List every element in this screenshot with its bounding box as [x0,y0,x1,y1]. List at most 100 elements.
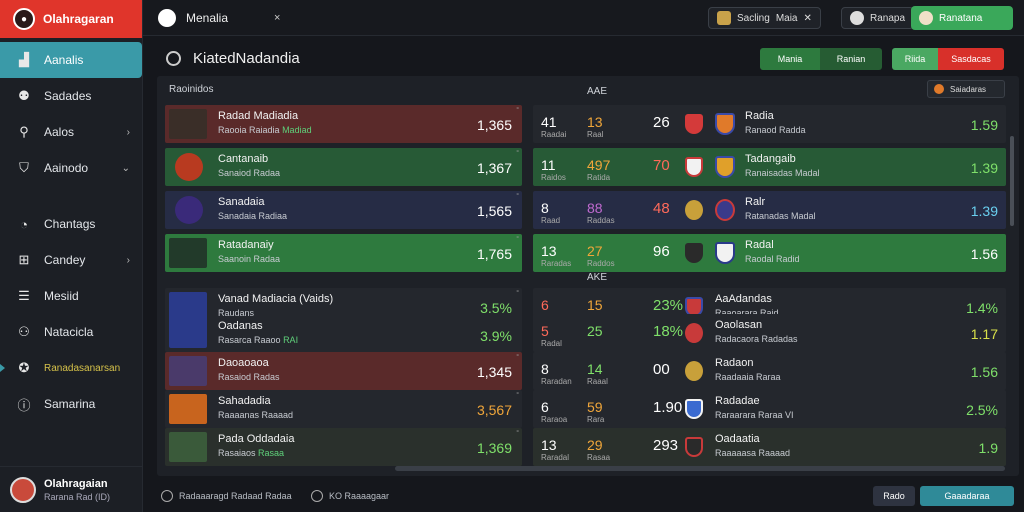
people-icon: ⚇ [18,324,30,339]
brand[interactable]: ● Olahragaran [0,0,142,38]
stat-a: 5 [541,323,549,339]
secondary-button[interactable]: Rado [873,486,915,506]
sidebar-item-label: Sadades [44,89,92,103]
footer-kickoff[interactable]: KO Raaaagaar [311,490,389,502]
player-value: 1,369 [476,440,512,456]
avatar [919,11,933,25]
sidebar-item-analytics[interactable]: ▟ Aanalis [0,42,142,78]
team-sub: Raodal Radid [745,254,800,264]
list-item[interactable]: Vanad Madiacia (Vaids) Raudans 3.5% ° Oa… [165,288,522,352]
brand-name: Olahragaran [43,12,114,26]
sidebar-item-mesiid[interactable]: ☰ Mesiid [0,278,142,314]
user-account-button[interactable]: Ranatana [911,6,1013,30]
team-sub: Raraarara Raraa VI [715,410,794,420]
sidebar-item-candey[interactable]: ⊞ Candey › [0,242,142,278]
row-mark: ° [516,354,519,361]
sidebar-item-chantags[interactable]: ◔ Chantags [0,206,142,242]
table-row[interactable]: 5 25 18% Radal Oaolasan Radacaora Radada… [533,314,1006,352]
table-row[interactable]: 13 27 96 Raradas Raddos Radal Raodal Rad… [533,234,1006,272]
team-sub: Ranaod Radda [745,125,806,135]
player-sub-a: Raooia Raiadia [218,125,280,135]
user-profile[interactable]: Olahragaian Rarana Rad (ID) [0,466,143,512]
ctrl-ranapa-label: Ranapa [870,12,906,24]
stat-b-label: Raal [587,130,604,139]
list-item[interactable]: Radad Madiadia Raooia Raiadia Madiad 1,3… [165,105,522,143]
sidebar-item-samarina[interactable]: ⓘ Samarina [0,386,142,422]
chevron-right-icon: › [126,254,130,266]
search-icon[interactable] [166,51,181,66]
player-name: Oadanas [218,320,263,332]
list-item[interactable]: Sahadadia Raaaanas Raaaad 3,567 ° [165,390,522,428]
list-item[interactable]: Ratadanaiy Saanoin Radaa 1,765 ° [165,234,522,272]
table-row[interactable]: 11 497 70 Raidos Ratida Tadangaib Ranais… [533,148,1006,186]
table-row[interactable]: 8 14 00 Raradan Raaal Radaon Raadaaia Ra… [533,352,1006,390]
vertical-scrollbar[interactable] [1010,136,1014,226]
seg-mania[interactable]: Mania [760,48,820,70]
stat-a: 41 [541,114,557,130]
list-item[interactable]: Pada Oddadaia Rasaiaos Rasaa 1,369 ° [165,428,522,466]
list-item[interactable]: Cantanaib Sanaiod Radaa 1,367 ° [165,148,522,186]
club-badge-icon [175,196,203,224]
table-row[interactable]: 8 88 48 Raad Raddas Ralr Ratanadas Madal… [533,191,1006,229]
footer-status[interactable]: Radaaaragd Radaad Radaa [161,490,292,502]
seg-ranian[interactable]: Ranian [820,48,882,70]
team-name: AaAdandas [715,293,772,305]
ctrl-ranapa[interactable]: Ranapa [841,7,915,29]
top-control-group[interactable]: Sacling Maia ✕ [708,7,821,29]
team-crest-icon [715,113,735,135]
sidebar-item-aainodo[interactable]: ⛉ Aainodo ⌄ [0,150,142,186]
player-name: Radad Madiadia [218,110,299,122]
chevron-icon[interactable]: ✕ [804,13,812,24]
filter-button[interactable]: Saiadaras [927,80,1005,98]
list-item[interactable]: Sanadaia Sanadaia Radiaa 1,565 ° [165,191,522,229]
team-value: 2.5% [966,402,998,418]
main-panel: Raoinidos AAE AKE Saiadaras Radad Madiad… [157,76,1019,476]
ctrl-maia[interactable]: Maia [776,13,798,24]
tab-label[interactable]: Menalia [186,11,228,25]
close-icon[interactable]: × [274,12,280,24]
player-sub: Rasaiaos Rasaa [218,448,284,458]
player-sub-a: Sanadaia Radiaa [218,211,288,221]
view-toggle[interactable]: Mania Ranian [760,48,882,70]
team-name: Radia [745,110,774,122]
table-row[interactable]: 6 59 1.90 Raraoa Rara Radadae Raraarara … [533,390,1006,428]
home-icon[interactable] [158,8,176,27]
stat-c: 293 [653,437,679,454]
stat-b: 59 [587,399,603,415]
primary-button[interactable]: Gaaadaraa [920,486,1014,506]
stat-b-label: Rasaa [587,453,611,462]
mode-toggle[interactable]: Riida Sasdacas [892,48,1004,70]
team-value: 1.59 [970,117,998,133]
team-name: Radadae [715,395,760,407]
sidebar-item-sadades[interactable]: ⚉ Sadades [0,78,142,114]
seg-sasdacas[interactable]: Sasdacas [938,48,1004,70]
sidebar-item-ranadasanarsan[interactable]: ✪ Ranadasanarsan [0,350,142,386]
player-sub: Raaaanas Raaaad [218,410,293,420]
player-sub-a: Sanaiod Radaa [218,168,281,178]
sidebar-item-aalos[interactable]: ⚲ Aalos › [0,114,142,150]
list-item[interactable]: Daoaoaoa Rasaiod Radas 1,345 ° [165,352,522,390]
stat-b: 25 [587,323,603,339]
user-icon [850,11,864,25]
seg-riida[interactable]: Riida [892,48,938,70]
table-row[interactable]: 41 13 26 Raadai Raal Radia Ranaod Radda … [533,105,1006,143]
player-sub-a: Raudans [218,308,255,318]
team-crest-icon [685,361,703,381]
table-row[interactable]: 13 29 293 Raradal Rasaa Oadaatia Raaaaas… [533,428,1006,466]
sidebar-item-natacicla[interactable]: ⚇ Natacicla [0,314,142,350]
horizontal-scrollbar[interactable] [395,466,1005,471]
player-photo [169,109,207,139]
player-value: 1,765 [476,246,512,262]
sidebar: ● Olahragaran ▟ Aanalis ⚉ Sadades ⚲ Aalo… [0,0,143,512]
player-sub: Raudans [218,308,254,318]
ctrl-sacling[interactable]: Sacling [737,13,770,24]
row-mark: ° [516,150,519,157]
row-mark: ° [516,392,519,399]
team-name: Radaon [715,357,754,369]
stat-b: 13 [587,114,603,130]
clock-icon: ◔ [20,216,28,232]
app-root: ● Olahragaran ▟ Aanalis ⚉ Sadades ⚲ Aalo… [0,0,1024,512]
team-crest-icon [685,243,703,263]
player-name: Vanad Madiacia (Vaids) [218,293,334,305]
page-title: KiatedNadandia [193,50,300,67]
